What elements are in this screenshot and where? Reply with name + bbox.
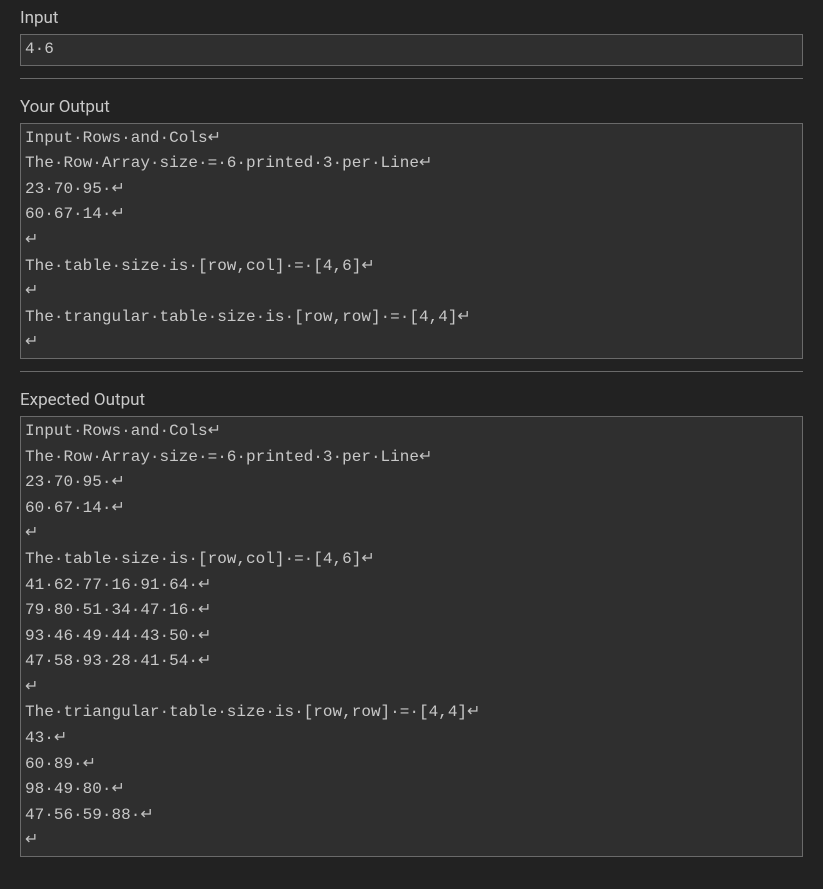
input-title: Input [20, 8, 803, 28]
input-section: Input 4·6 [20, 8, 803, 66]
output-line: 47·56·59·88·↵ [25, 803, 796, 829]
output-line: Input·Rows·and·Cols↵ [25, 126, 796, 152]
output-line: The·table·size·is·[row,col]·=·[4,6]↵ [25, 547, 796, 573]
output-line: ↵ [25, 279, 796, 305]
your-output-section: Your Output Input·Rows·and·Cols↵The·Row·… [20, 97, 803, 359]
output-line: 93·46·49·44·43·50·↵ [25, 624, 796, 650]
output-line: 41·62·77·16·91·64·↵ [25, 573, 796, 599]
input-box: 4·6 [20, 34, 803, 66]
your-output-title: Your Output [20, 97, 803, 117]
output-line: 98·49·80·↵ [25, 777, 796, 803]
expected-output-title: Expected Output [20, 390, 803, 410]
expected-output-section: Expected Output Input·Rows·and·Cols↵The·… [20, 390, 803, 857]
output-line: 60·89·↵ [25, 752, 796, 778]
output-line: ↵ [25, 828, 796, 854]
output-line: 43·↵ [25, 726, 796, 752]
output-line: 23·70·95·↵ [25, 470, 796, 496]
output-line: 4·6 [25, 37, 796, 63]
output-line: The·table·size·is·[row,col]·=·[4,6]↵ [25, 254, 796, 280]
output-line: ↵ [25, 330, 796, 356]
output-line: ↵ [25, 521, 796, 547]
output-line: The·trangular·table·size·is·[row,row]·=·… [25, 305, 796, 331]
output-line: 79·80·51·34·47·16·↵ [25, 598, 796, 624]
output-line: 47·58·93·28·41·54·↵ [25, 649, 796, 675]
output-line: 23·70·95·↵ [25, 177, 796, 203]
your-output-box: Input·Rows·and·Cols↵The·Row·Array·size·=… [20, 123, 803, 359]
output-line: ↵ [25, 228, 796, 254]
output-line: The·Row·Array·size·=·6·printed·3·per·Lin… [25, 151, 796, 177]
section-divider [20, 78, 803, 79]
output-line: 60·67·14·↵ [25, 202, 796, 228]
output-line: 60·67·14·↵ [25, 496, 796, 522]
expected-output-box: Input·Rows·and·Cols↵The·Row·Array·size·=… [20, 416, 803, 857]
output-line: The·Row·Array·size·=·6·printed·3·per·Lin… [25, 445, 796, 471]
output-line: The·triangular·table·size·is·[row,row]·=… [25, 700, 796, 726]
output-line: Input·Rows·and·Cols↵ [25, 419, 796, 445]
section-divider [20, 371, 803, 372]
output-line: ↵ [25, 675, 796, 701]
